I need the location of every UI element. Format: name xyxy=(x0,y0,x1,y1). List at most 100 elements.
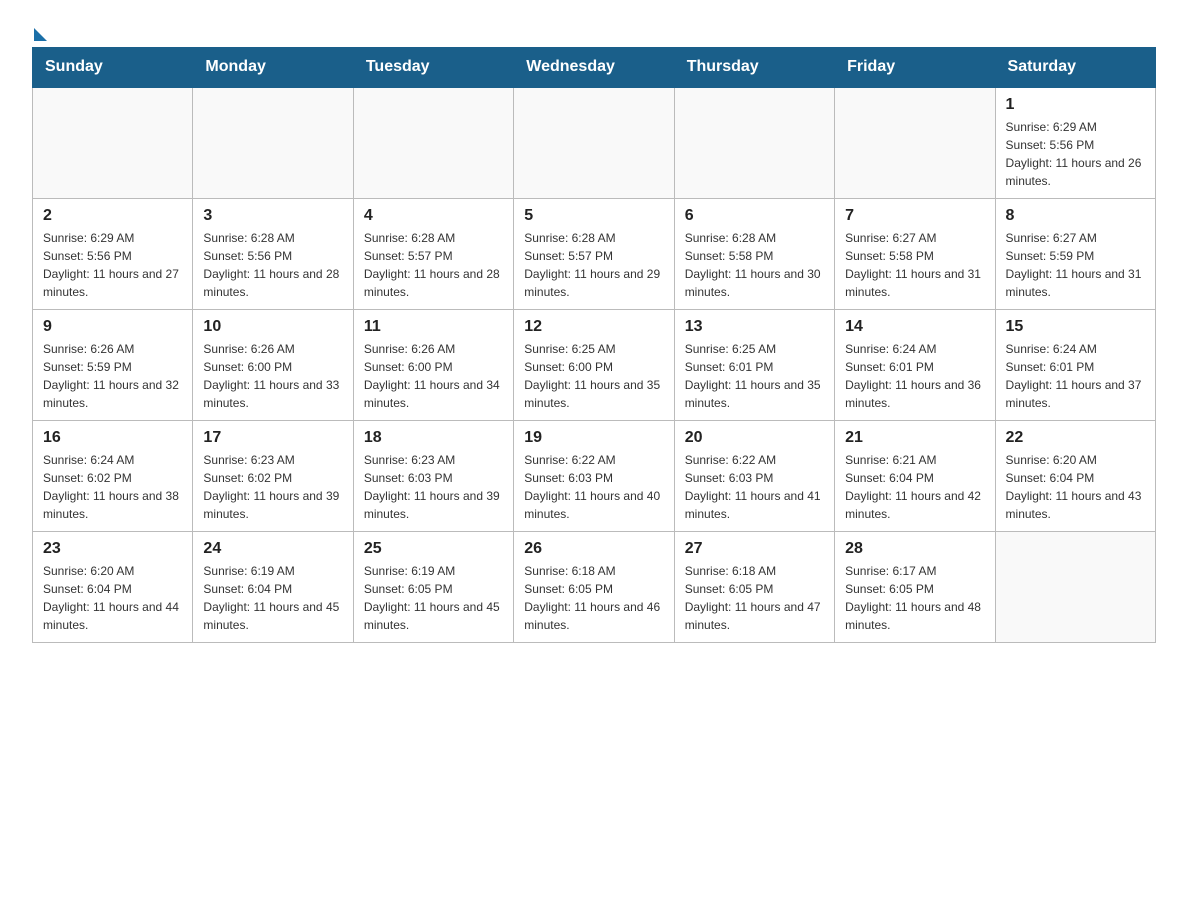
calendar-cell: 6 Sunrise: 6:28 AM Sunset: 5:58 PM Daylig… xyxy=(674,199,834,310)
calendar-cell: 23 Sunrise: 6:20 AM Sunset: 6:04 PM Dayli… xyxy=(33,532,193,643)
day-info: Sunrise: 6:27 AM Sunset: 5:59 PM Dayligh… xyxy=(1006,229,1145,301)
day-number: 14 xyxy=(845,318,984,336)
day-info: Sunrise: 6:28 AM Sunset: 5:57 PM Dayligh… xyxy=(524,229,663,301)
calendar-cell: 11 Sunrise: 6:26 AM Sunset: 6:00 PM Dayli… xyxy=(353,310,513,421)
day-number: 19 xyxy=(524,429,663,447)
day-number: 11 xyxy=(364,318,503,336)
day-info: Sunrise: 6:28 AM Sunset: 5:57 PM Dayligh… xyxy=(364,229,503,301)
day-info: Sunrise: 6:21 AM Sunset: 6:04 PM Dayligh… xyxy=(845,451,984,523)
calendar-table: SundayMondayTuesdayWednesdayThursdayFrid… xyxy=(32,47,1156,643)
calendar-cell: 10 Sunrise: 6:26 AM Sunset: 6:00 PM Dayli… xyxy=(193,310,353,421)
day-info: Sunrise: 6:23 AM Sunset: 6:02 PM Dayligh… xyxy=(203,451,342,523)
day-info: Sunrise: 6:24 AM Sunset: 6:01 PM Dayligh… xyxy=(1006,340,1145,412)
calendar-cell xyxy=(193,87,353,199)
day-number: 7 xyxy=(845,207,984,225)
day-number: 25 xyxy=(364,540,503,558)
calendar-cell: 16 Sunrise: 6:24 AM Sunset: 6:02 PM Dayli… xyxy=(33,421,193,532)
day-info: Sunrise: 6:22 AM Sunset: 6:03 PM Dayligh… xyxy=(524,451,663,523)
weekday-header-row: SundayMondayTuesdayWednesdayThursdayFrid… xyxy=(33,48,1156,88)
day-number: 9 xyxy=(43,318,182,336)
day-number: 4 xyxy=(364,207,503,225)
day-info: Sunrise: 6:18 AM Sunset: 6:05 PM Dayligh… xyxy=(524,562,663,634)
day-number: 27 xyxy=(685,540,824,558)
day-info: Sunrise: 6:19 AM Sunset: 6:04 PM Dayligh… xyxy=(203,562,342,634)
day-number: 6 xyxy=(685,207,824,225)
calendar-cell: 5 Sunrise: 6:28 AM Sunset: 5:57 PM Daylig… xyxy=(514,199,674,310)
day-info: Sunrise: 6:26 AM Sunset: 6:00 PM Dayligh… xyxy=(364,340,503,412)
day-number: 17 xyxy=(203,429,342,447)
calendar-cell xyxy=(514,87,674,199)
day-number: 28 xyxy=(845,540,984,558)
calendar-week-row: 23 Sunrise: 6:20 AM Sunset: 6:04 PM Dayli… xyxy=(33,532,1156,643)
calendar-cell: 17 Sunrise: 6:23 AM Sunset: 6:02 PM Dayli… xyxy=(193,421,353,532)
day-number: 20 xyxy=(685,429,824,447)
calendar-cell: 24 Sunrise: 6:19 AM Sunset: 6:04 PM Dayli… xyxy=(193,532,353,643)
day-number: 10 xyxy=(203,318,342,336)
calendar-week-row: 16 Sunrise: 6:24 AM Sunset: 6:02 PM Dayli… xyxy=(33,421,1156,532)
calendar-cell: 21 Sunrise: 6:21 AM Sunset: 6:04 PM Dayli… xyxy=(835,421,995,532)
day-info: Sunrise: 6:25 AM Sunset: 6:00 PM Dayligh… xyxy=(524,340,663,412)
day-info: Sunrise: 6:19 AM Sunset: 6:05 PM Dayligh… xyxy=(364,562,503,634)
calendar-cell: 9 Sunrise: 6:26 AM Sunset: 5:59 PM Daylig… xyxy=(33,310,193,421)
calendar-cell xyxy=(353,87,513,199)
weekday-header-friday: Friday xyxy=(835,48,995,88)
day-number: 8 xyxy=(1006,207,1145,225)
day-number: 18 xyxy=(364,429,503,447)
day-info: Sunrise: 6:28 AM Sunset: 5:58 PM Dayligh… xyxy=(685,229,824,301)
day-number: 2 xyxy=(43,207,182,225)
day-number: 5 xyxy=(524,207,663,225)
day-number: 1 xyxy=(1006,96,1145,114)
day-info: Sunrise: 6:18 AM Sunset: 6:05 PM Dayligh… xyxy=(685,562,824,634)
day-info: Sunrise: 6:23 AM Sunset: 6:03 PM Dayligh… xyxy=(364,451,503,523)
day-info: Sunrise: 6:29 AM Sunset: 5:56 PM Dayligh… xyxy=(1006,118,1145,190)
calendar-week-row: 1 Sunrise: 6:29 AM Sunset: 5:56 PM Daylig… xyxy=(33,87,1156,199)
calendar-cell: 22 Sunrise: 6:20 AM Sunset: 6:04 PM Dayli… xyxy=(995,421,1155,532)
day-number: 22 xyxy=(1006,429,1145,447)
calendar-cell: 19 Sunrise: 6:22 AM Sunset: 6:03 PM Dayli… xyxy=(514,421,674,532)
weekday-header-monday: Monday xyxy=(193,48,353,88)
day-number: 3 xyxy=(203,207,342,225)
calendar-cell: 8 Sunrise: 6:27 AM Sunset: 5:59 PM Daylig… xyxy=(995,199,1155,310)
weekday-header-tuesday: Tuesday xyxy=(353,48,513,88)
logo-triangle-icon xyxy=(34,28,47,41)
weekday-header-saturday: Saturday xyxy=(995,48,1155,88)
day-info: Sunrise: 6:20 AM Sunset: 6:04 PM Dayligh… xyxy=(43,562,182,634)
day-info: Sunrise: 6:24 AM Sunset: 6:02 PM Dayligh… xyxy=(43,451,182,523)
day-info: Sunrise: 6:26 AM Sunset: 6:00 PM Dayligh… xyxy=(203,340,342,412)
day-info: Sunrise: 6:28 AM Sunset: 5:56 PM Dayligh… xyxy=(203,229,342,301)
weekday-header-wednesday: Wednesday xyxy=(514,48,674,88)
day-number: 12 xyxy=(524,318,663,336)
calendar-week-row: 9 Sunrise: 6:26 AM Sunset: 5:59 PM Daylig… xyxy=(33,310,1156,421)
day-number: 23 xyxy=(43,540,182,558)
calendar-cell: 2 Sunrise: 6:29 AM Sunset: 5:56 PM Daylig… xyxy=(33,199,193,310)
day-info: Sunrise: 6:29 AM Sunset: 5:56 PM Dayligh… xyxy=(43,229,182,301)
day-number: 16 xyxy=(43,429,182,447)
day-info: Sunrise: 6:26 AM Sunset: 5:59 PM Dayligh… xyxy=(43,340,182,412)
page-header xyxy=(32,24,1156,37)
calendar-week-row: 2 Sunrise: 6:29 AM Sunset: 5:56 PM Daylig… xyxy=(33,199,1156,310)
calendar-cell: 26 Sunrise: 6:18 AM Sunset: 6:05 PM Dayli… xyxy=(514,532,674,643)
day-info: Sunrise: 6:24 AM Sunset: 6:01 PM Dayligh… xyxy=(845,340,984,412)
calendar-cell: 20Sunrise: 6:22 AM Sunset: 6:03 PM Dayli… xyxy=(674,421,834,532)
day-number: 21 xyxy=(845,429,984,447)
calendar-cell: 4 Sunrise: 6:28 AM Sunset: 5:57 PM Daylig… xyxy=(353,199,513,310)
calendar-cell: 3 Sunrise: 6:28 AM Sunset: 5:56 PM Daylig… xyxy=(193,199,353,310)
calendar-cell: 14 Sunrise: 6:24 AM Sunset: 6:01 PM Dayli… xyxy=(835,310,995,421)
calendar-cell: 1 Sunrise: 6:29 AM Sunset: 5:56 PM Daylig… xyxy=(995,87,1155,199)
day-info: Sunrise: 6:27 AM Sunset: 5:58 PM Dayligh… xyxy=(845,229,984,301)
calendar-cell xyxy=(33,87,193,199)
day-info: Sunrise: 6:20 AM Sunset: 6:04 PM Dayligh… xyxy=(1006,451,1145,523)
calendar-cell xyxy=(995,532,1155,643)
day-number: 24 xyxy=(203,540,342,558)
calendar-cell: 18 Sunrise: 6:23 AM Sunset: 6:03 PM Dayli… xyxy=(353,421,513,532)
calendar-cell xyxy=(674,87,834,199)
calendar-cell xyxy=(835,87,995,199)
weekday-header-thursday: Thursday xyxy=(674,48,834,88)
logo xyxy=(32,24,47,37)
day-number: 26 xyxy=(524,540,663,558)
day-number: 15 xyxy=(1006,318,1145,336)
calendar-cell: 27 Sunrise: 6:18 AM Sunset: 6:05 PM Dayli… xyxy=(674,532,834,643)
calendar-cell: 15 Sunrise: 6:24 AM Sunset: 6:01 PM Dayli… xyxy=(995,310,1155,421)
calendar-cell: 25 Sunrise: 6:19 AM Sunset: 6:05 PM Dayli… xyxy=(353,532,513,643)
calendar-cell: 7 Sunrise: 6:27 AM Sunset: 5:58 PM Daylig… xyxy=(835,199,995,310)
